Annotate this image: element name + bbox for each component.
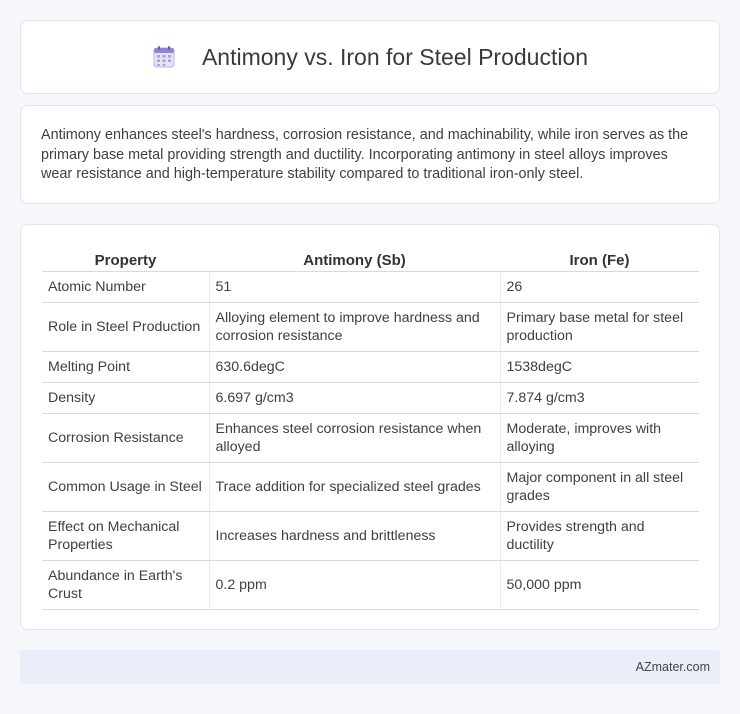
iron-cell: 1538degC [500, 351, 699, 383]
comparison-table-card: Property Antimony (Sb) Iron (Fe) Atomic … [20, 224, 720, 630]
table-row: Corrosion Resistance Enhances steel corr… [42, 413, 699, 463]
property-cell: Melting Point [42, 351, 210, 383]
iron-cell: Primary base metal for steel production [500, 302, 699, 352]
intro-paragraph: Antimony enhances steel's hardness, corr… [41, 127, 689, 182]
table-row: Density 6.697 g/cm3 7.874 g/cm3 [42, 382, 699, 414]
iron-cell: 50,000 ppm [500, 560, 699, 610]
column-header-antimony: Antimony (Sb) [209, 246, 500, 272]
footer-brand: AZmater.com [635, 660, 710, 674]
table-header-row: Property Antimony (Sb) Iron (Fe) [42, 246, 699, 272]
column-header-property: Property [42, 246, 209, 272]
calendar-icon [153, 46, 175, 68]
iron-cell: Provides strength and ductility [500, 511, 699, 561]
comparison-table: Property Antimony (Sb) Iron (Fe) Atomic … [42, 246, 699, 610]
antimony-cell: 0.2 ppm [209, 560, 501, 610]
iron-cell: 26 [500, 271, 699, 303]
table-row: Effect on Mechanical Properties Increase… [42, 511, 699, 561]
property-cell: Effect on Mechanical Properties [42, 511, 210, 561]
iron-cell: 7.874 g/cm3 [500, 382, 699, 414]
antimony-cell: Alloying element to improve hardness and… [209, 302, 501, 352]
intro-card: Antimony enhances steel's hardness, corr… [20, 105, 720, 204]
table-row: Common Usage in Steel Trace addition for… [42, 462, 699, 512]
property-cell: Common Usage in Steel [42, 462, 210, 512]
property-cell: Atomic Number [42, 271, 210, 303]
antimony-cell: 6.697 g/cm3 [209, 382, 501, 414]
property-cell: Abundance in Earth's Crust [42, 560, 210, 610]
table-row: Melting Point 630.6degC 1538degC [42, 351, 699, 383]
table-row: Abundance in Earth's Crust 0.2 ppm 50,00… [42, 560, 699, 610]
property-cell: Density [42, 382, 210, 414]
footer-bar: AZmater.com [20, 650, 720, 684]
table-row: Atomic Number 51 26 [42, 271, 699, 303]
property-cell: Corrosion Resistance [42, 413, 210, 463]
title-wrap: Antimony vs. Iron for Steel Production [152, 44, 588, 71]
antimony-cell: 51 [209, 271, 501, 303]
iron-cell: Moderate, improves with alloying [500, 413, 699, 463]
page-title: Antimony vs. Iron for Steel Production [201, 43, 589, 70]
antimony-cell: Enhances steel corrosion resistance when… [209, 413, 501, 463]
table-row: Role in Steel Production Alloying elemen… [42, 302, 699, 352]
title-card: Antimony vs. Iron for Steel Production [20, 20, 720, 94]
antimony-cell: 630.6degC [209, 351, 501, 383]
property-cell: Role in Steel Production [42, 302, 210, 352]
column-header-iron: Iron (Fe) [500, 246, 699, 272]
antimony-cell: Increases hardness and brittleness [209, 511, 501, 561]
iron-cell: Major component in all steel grades [500, 462, 699, 512]
antimony-cell: Trace addition for specialized steel gra… [209, 462, 501, 512]
